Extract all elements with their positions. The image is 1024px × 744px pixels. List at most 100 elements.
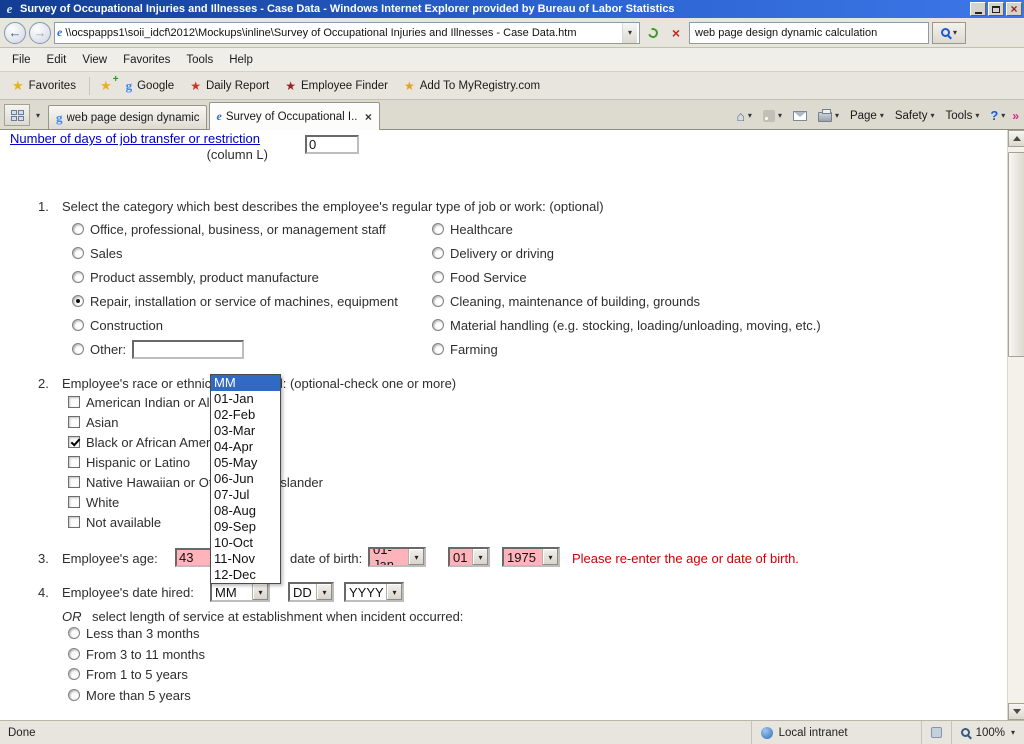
menu-file[interactable]: File xyxy=(4,51,39,69)
q4-option[interactable]: From 3 to 11 months xyxy=(68,646,205,662)
menu-tools[interactable]: Tools xyxy=(178,51,221,69)
favorites-item-daily-report[interactable]: ★ Daily Report xyxy=(183,77,276,95)
address-bar[interactable]: e \\ocspapps1\soii_idcf\2012\Mockups\inl… xyxy=(54,22,640,44)
hired-year-select[interactable]: YYYY▾ xyxy=(344,582,404,602)
tools-menu-button[interactable]: Tools▾ xyxy=(940,108,984,124)
q1-option[interactable]: Food Service xyxy=(432,269,527,285)
feeds-button[interactable]: ▾ xyxy=(758,108,787,124)
month-option[interactable]: 05-May xyxy=(211,455,280,471)
month-option[interactable]: 11-Nov xyxy=(211,551,280,567)
maximize-button[interactable] xyxy=(988,2,1004,16)
month-option-selected[interactable]: MM xyxy=(211,375,280,391)
dropdown-arrow-icon[interactable]: ▾ xyxy=(472,549,488,565)
tab-inactive[interactable]: g web page design dynamic ca... xyxy=(48,105,207,129)
month-option[interactable]: 07-Jul xyxy=(211,487,280,503)
search-magnifier-icon xyxy=(941,28,950,37)
month-option[interactable]: 09-Sep xyxy=(211,519,280,535)
dob-year-select[interactable]: 1975▾ xyxy=(502,547,560,567)
q1-option[interactable]: Material handling (e.g. stocking, loadin… xyxy=(432,317,821,333)
month-option[interactable]: 10-Oct xyxy=(211,535,280,551)
read-mail-button[interactable] xyxy=(788,109,812,123)
tab-active[interactable]: e Survey of Occupational I... × xyxy=(209,102,380,130)
menu-favorites[interactable]: Favorites xyxy=(115,51,178,69)
zoom-button[interactable]: 100% ▾ xyxy=(951,721,1024,744)
dropdown-arrow-icon[interactable]: ▾ xyxy=(386,584,402,600)
q1-option[interactable]: Product assembly, product manufacture xyxy=(72,269,319,285)
q1-option-other[interactable]: Other: xyxy=(72,341,244,357)
q1-option-selected[interactable]: Repair, installation or service of machi… xyxy=(72,293,398,309)
zone-label: Local intranet xyxy=(779,727,848,739)
forward-button[interactable]: → xyxy=(29,22,51,44)
search-button[interactable]: ▾ xyxy=(932,22,966,44)
search-input[interactable]: web page design dynamic calculation xyxy=(689,22,929,44)
q1-option[interactable]: Construction xyxy=(72,317,163,333)
menu-edit[interactable]: Edit xyxy=(39,51,75,69)
menu-help[interactable]: Help xyxy=(221,51,261,69)
tab-close-icon[interactable]: × xyxy=(365,110,372,124)
q1-option[interactable]: Cleaning, maintenance of building, groun… xyxy=(432,293,700,309)
month-option[interactable]: 02-Feb xyxy=(211,407,280,423)
menu-view[interactable]: View xyxy=(74,51,115,69)
address-url[interactable]: \\ocspapps1\soii_idcf\2012\Mockups\inlin… xyxy=(65,27,619,39)
zoom-dropdown-icon[interactable]: ▾ xyxy=(1011,729,1015,737)
q1-option[interactable]: Farming xyxy=(432,341,498,357)
month-option[interactable]: 04-Apr xyxy=(211,439,280,455)
month-option[interactable]: 08-Aug xyxy=(211,503,280,519)
quick-tabs-button[interactable] xyxy=(4,104,30,126)
close-button[interactable]: × xyxy=(1006,2,1022,16)
month-option[interactable]: 01-Jan xyxy=(211,391,280,407)
favorites-button[interactable]: ★ Favorites xyxy=(4,76,84,95)
minimize-button[interactable] xyxy=(970,2,986,16)
q1-other-input[interactable] xyxy=(132,340,244,359)
address-dropdown-icon[interactable]: ▾ xyxy=(622,23,637,43)
q3-number: 3. xyxy=(38,551,49,566)
add-to-favorites-bar-button[interactable]: ★ + xyxy=(95,77,117,94)
dropdown-arrow-icon[interactable]: ▾ xyxy=(542,549,558,565)
q4-option[interactable]: Less than 3 months xyxy=(68,625,199,641)
option-label: Not available xyxy=(86,515,161,530)
safety-menu-button[interactable]: Safety▾ xyxy=(890,108,940,124)
q2-option[interactable]: Not available xyxy=(68,514,161,530)
dropdown-arrow-icon[interactable]: ▾ xyxy=(408,549,424,565)
back-button[interactable]: ← xyxy=(4,22,26,44)
stop-button[interactable]: × xyxy=(666,22,686,44)
favorites-item-google[interactable]: g Google xyxy=(119,76,182,95)
scroll-down-button[interactable] xyxy=(1008,703,1024,720)
q2-option[interactable]: Native Hawaiian or Other Pacific Islande… xyxy=(68,474,323,490)
month-option[interactable]: 12-Dec xyxy=(211,567,280,583)
q1-option[interactable]: Healthcare xyxy=(432,221,513,237)
tab-list-button[interactable]: ▾ xyxy=(30,104,46,126)
q1-option[interactable]: Delivery or driving xyxy=(432,245,554,261)
toolbar-overflow-icon[interactable]: » xyxy=(1012,109,1019,123)
hired-day-select[interactable]: DD▾ xyxy=(288,582,334,602)
select-value: MM xyxy=(212,584,252,600)
dob-day-select[interactable]: 01▾ xyxy=(448,547,490,567)
home-button[interactable]: ⌂▾ xyxy=(731,107,756,125)
help-button[interactable]: ?▾ xyxy=(985,106,1010,125)
favorites-item-employee-finder[interactable]: ★ Employee Finder xyxy=(278,77,395,95)
hired-month-select[interactable]: MM▾ xyxy=(210,582,270,602)
select-value: 1975 xyxy=(504,549,542,565)
q4-option[interactable]: More than 5 years xyxy=(68,687,191,703)
q2-option[interactable]: White xyxy=(68,494,119,510)
dropdown-arrow-icon[interactable]: ▾ xyxy=(252,584,268,600)
scrollbar-thumb[interactable] xyxy=(1008,152,1024,357)
scroll-up-button[interactable] xyxy=(1008,130,1024,147)
print-button[interactable]: ▾ xyxy=(813,107,844,124)
month-option[interactable]: 03-Mar xyxy=(211,423,280,439)
q1-option[interactable]: Office, professional, business, or manag… xyxy=(72,221,386,237)
favorites-item-myregistry[interactable]: ★ Add To MyRegistry.com xyxy=(397,77,547,95)
q2-option[interactable]: Hispanic or Latino xyxy=(68,454,190,470)
days-transfer-input[interactable] xyxy=(305,135,359,154)
dropdown-arrow-icon[interactable]: ▾ xyxy=(316,584,332,600)
page-menu-button[interactable]: Page▾ xyxy=(845,108,889,124)
q2-option[interactable]: Asian xyxy=(68,414,119,430)
days-transfer-link[interactable]: Number of days of job transfer or restri… xyxy=(10,131,260,146)
q4-option[interactable]: From 1 to 5 years xyxy=(68,666,188,682)
refresh-button[interactable] xyxy=(643,22,663,44)
option-label: Less than 3 months xyxy=(86,626,199,641)
q1-option[interactable]: Sales xyxy=(72,245,123,261)
dob-month-select[interactable]: 01-Jan▾ xyxy=(368,547,426,567)
vertical-scrollbar[interactable] xyxy=(1007,130,1024,720)
month-option[interactable]: 06-Jun xyxy=(211,471,280,487)
